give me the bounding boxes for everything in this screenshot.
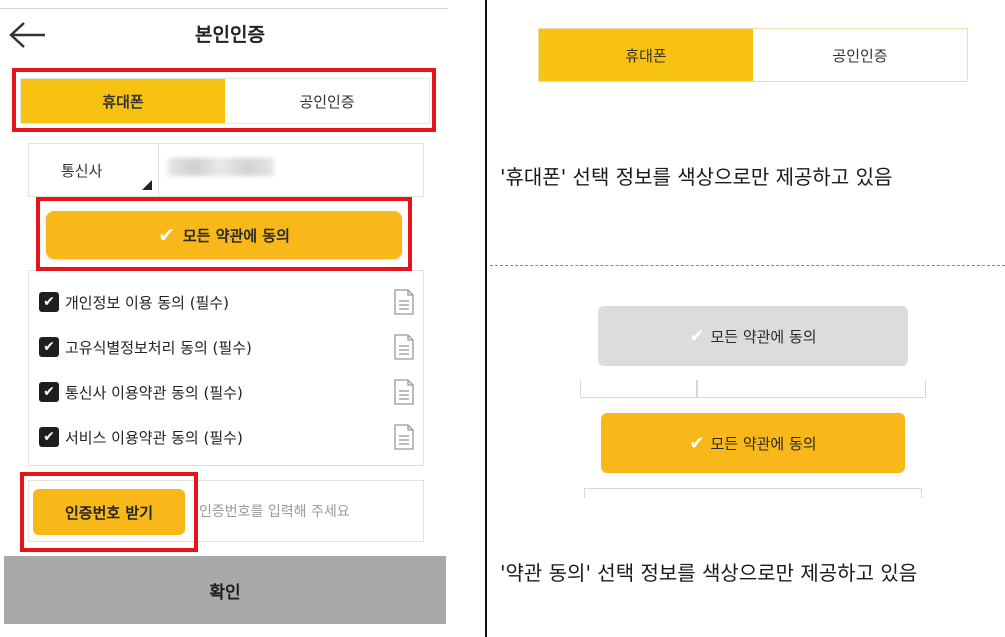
- caption-agree: '약관 동의' 선택 정보를 색상으로만 제공하고 있음: [500, 561, 918, 585]
- example-agree-unselected: ✔ 모든 약관에 동의: [598, 306, 908, 366]
- term-label: 통신사 이용약관 동의 (필수): [65, 383, 243, 402]
- carrier-select-label: 통신사: [61, 161, 103, 180]
- term-checkbox[interactable]: ✔: [39, 427, 59, 447]
- top-divider: [0, 8, 448, 9]
- term-checkbox[interactable]: ✔: [39, 337, 59, 357]
- request-code-button[interactable]: 인증번호 받기: [33, 489, 185, 535]
- check-icon: ✔: [689, 432, 705, 454]
- vertical-divider: [485, 0, 487, 637]
- term-item: ✔ 서비스 이용약관 동의 (필수): [39, 422, 415, 452]
- caption-tabs: '휴대폰' 선택 정보를 색상으로만 제공하고 있음: [500, 165, 893, 189]
- example-tab-phone: 휴대폰: [539, 29, 753, 81]
- term-label: 개인정보 이용 동의 (필수): [65, 293, 230, 312]
- blurred-phone-number: [168, 158, 274, 176]
- term-checkbox[interactable]: ✔: [39, 382, 59, 402]
- example-agree-selected: ✔ 모든 약관에 동의: [601, 413, 905, 473]
- agree-all-label: 모든 약관에 동의: [182, 226, 290, 245]
- term-item: ✔ 고유식별정보처리 동의 (필수): [39, 332, 415, 362]
- term-checkbox[interactable]: ✔: [39, 292, 59, 312]
- phone-screen: 본인인증 휴대폰 공인인증 통신사 ✔ 모든 약관에 동의 ✔ 개인정보 이용 …: [0, 0, 460, 637]
- carrier-select[interactable]: 통신사: [29, 144, 159, 196]
- example-input-outline: [580, 380, 926, 398]
- verification-code-input[interactable]: [199, 497, 409, 527]
- document-icon[interactable]: [393, 424, 415, 450]
- horizontal-dashed-divider: [490, 265, 1005, 266]
- example-agree-selected-label: 모든 약관에 동의: [710, 434, 817, 453]
- dropdown-triangle-icon: [142, 180, 152, 190]
- example-agree-unselected-label: 모든 약관에 동의: [710, 327, 817, 346]
- confirm-button[interactable]: 확인: [4, 556, 446, 624]
- agree-all-button[interactable]: ✔ 모든 약관에 동의: [46, 211, 402, 259]
- verification-row: 인증번호 받기: [28, 480, 424, 542]
- term-item: ✔ 개인정보 이용 동의 (필수): [39, 287, 415, 317]
- term-item: ✔ 통신사 이용약관 동의 (필수): [39, 377, 415, 407]
- back-arrow-icon[interactable]: [8, 20, 48, 50]
- term-label: 서비스 이용약관 동의 (필수): [65, 428, 243, 447]
- document-icon[interactable]: [393, 379, 415, 405]
- example-input-separator: [696, 380, 698, 398]
- auth-method-tabs: 휴대폰 공인인증: [20, 78, 430, 124]
- example-tab-certificate: 공인인증: [832, 46, 888, 65]
- document-icon[interactable]: [393, 289, 415, 315]
- check-icon: ✔: [158, 223, 175, 247]
- example-auth-tabs: 휴대폰 공인인증: [538, 28, 968, 82]
- document-icon[interactable]: [393, 334, 415, 360]
- check-icon: ✔: [689, 325, 705, 347]
- tab-phone[interactable]: 휴대폰: [21, 79, 225, 123]
- terms-list: ✔ 개인정보 이용 동의 (필수) ✔ 고유식별정보처리 동의 (필수) ✔ 통…: [28, 270, 424, 466]
- page-title: 본인인증: [195, 24, 265, 46]
- example-row-outline: [584, 488, 922, 498]
- term-label: 고유식별정보처리 동의 (필수): [65, 338, 252, 357]
- tab-certificate[interactable]: 공인인증: [225, 79, 429, 123]
